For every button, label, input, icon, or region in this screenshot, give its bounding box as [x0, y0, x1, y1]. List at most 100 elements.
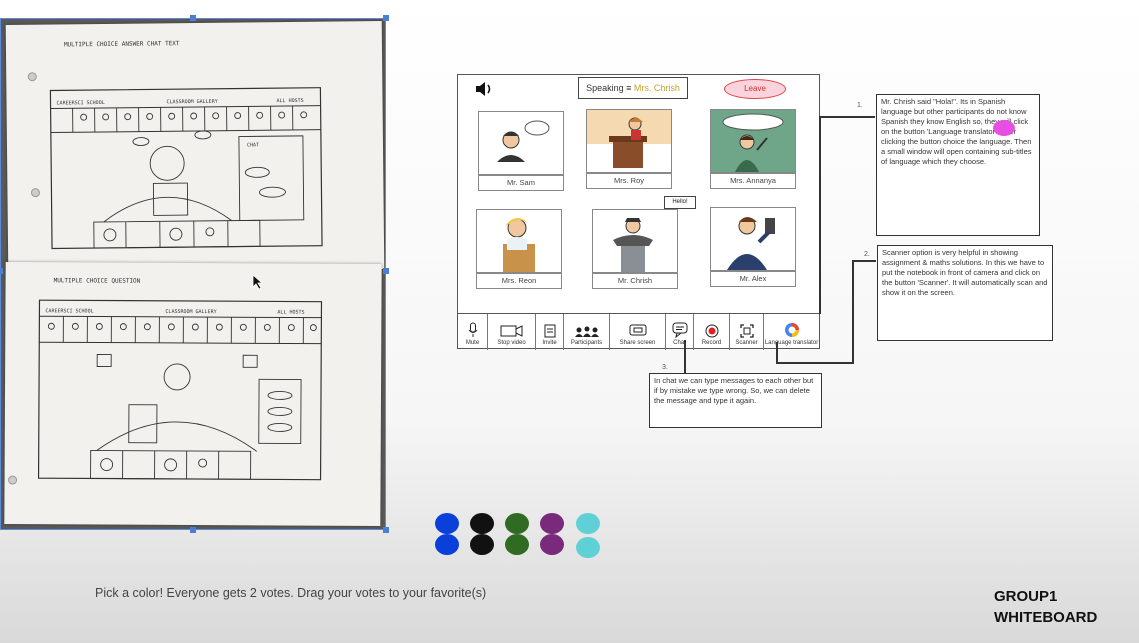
- sketch-tab: ALL HOSTS: [276, 98, 303, 104]
- toolbar-label: Scanner: [735, 340, 758, 346]
- connector-line: [684, 340, 686, 374]
- participants-button[interactable]: Participants: [564, 314, 610, 350]
- participant-name: Mr. Alex: [710, 271, 796, 287]
- mouse-cursor-icon: [252, 274, 264, 290]
- hello-speech-bubble: Hello!: [664, 196, 696, 209]
- sketch-tab: CAREERSCI SCHOOL: [57, 100, 105, 107]
- sketch-sheet-2: MULTIPLE CHOICE QUESTION CAREERSCI SCHOO…: [4, 262, 382, 526]
- participant-tile[interactable]: Mr. Alex: [710, 207, 796, 287]
- speaking-indicator: Speaking ≡ Mrs. Chrish: [578, 77, 688, 99]
- sketch-tab: CLASSROOM GALLERY: [166, 99, 217, 106]
- sketch-tab: CLASSROOM GALLERY: [165, 309, 216, 315]
- note-number: 1.: [857, 102, 863, 109]
- note-number: 3.: [662, 364, 668, 371]
- record-button[interactable]: Record: [694, 314, 730, 350]
- connector-line: [776, 362, 854, 364]
- participant-avatar: [586, 109, 672, 173]
- toolbar-label: Stop video: [497, 340, 526, 346]
- vote-instructions: Pick a color! Everyone gets 2 votes. Dra…: [95, 586, 487, 600]
- vote-dot-purple[interactable]: [540, 513, 564, 534]
- selection-handle[interactable]: [383, 268, 389, 274]
- video-call-mockup: Speaking ≡ Mrs. Chrish Leave Mr. Sam Mrs…: [457, 74, 820, 350]
- participant-tile[interactable]: Mr. Chrish: [592, 209, 678, 289]
- vote-dot-blue[interactable]: [435, 534, 459, 555]
- vote-dot-cyan[interactable]: [576, 537, 600, 558]
- stop-video-button[interactable]: Stop video: [488, 314, 536, 350]
- magenta-marker-dot[interactable]: [993, 120, 1015, 136]
- scanner-icon: [739, 324, 754, 338]
- selection-handle[interactable]: [383, 15, 389, 21]
- toolbar-label: Invite: [542, 340, 557, 346]
- sketch-sheet-1: MULTIPLE CHOICE ANSWER CHAT TEXT CAREERS…: [5, 21, 385, 273]
- participants-icon: [574, 326, 599, 337]
- group-label-line2: WHITEBOARD: [994, 609, 1098, 626]
- participant-tile[interactable]: Mrs. Roy: [586, 109, 672, 189]
- language-translator-button[interactable]: Language translator: [764, 314, 819, 350]
- vote-dot-purple[interactable]: [540, 534, 564, 555]
- connector-line: [819, 116, 821, 314]
- video-icon: [500, 325, 522, 337]
- toolbar-label: Language translator: [764, 340, 819, 346]
- participant-avatar: [592, 209, 678, 273]
- speaking-name: Mrs. Chrish: [633, 83, 680, 93]
- sketch-title-2: MULTIPLE CHOICE QUESTION: [54, 277, 141, 284]
- sketch-title-1: MULTIPLE CHOICE ANSWER CHAT TEXT: [64, 40, 180, 48]
- connector-line: [852, 260, 876, 262]
- connector-line: [819, 116, 875, 118]
- selection-handle[interactable]: [0, 268, 3, 274]
- connector-line: [776, 342, 778, 363]
- invite-button[interactable]: Invite: [536, 314, 564, 350]
- vote-dot-green[interactable]: [505, 513, 529, 534]
- participant-name: Mr. Chrish: [592, 273, 678, 289]
- sketch-photo[interactable]: MULTIPLE CHOICE ANSWER CHAT TEXT CAREERS…: [0, 18, 386, 530]
- toolbar-label: Record: [701, 340, 722, 346]
- toolbar-label: Mute: [465, 340, 480, 346]
- vote-dot-black[interactable]: [470, 513, 494, 534]
- chat-icon: [672, 322, 687, 338]
- selection-handle[interactable]: [190, 527, 196, 533]
- translate-icon: [784, 323, 799, 337]
- group-label-line1: GROUP1: [994, 588, 1058, 605]
- participant-tile[interactable]: Mrs. Reon: [476, 209, 562, 289]
- note-scanner[interactable]: Scanner option is very helpful in showin…: [877, 245, 1053, 341]
- participant-avatar: [710, 207, 796, 271]
- participant-tile[interactable]: Mrs. Annanya: [710, 109, 796, 189]
- speaker-icon[interactable]: [474, 81, 494, 97]
- participant-avatar: [476, 209, 562, 273]
- participant-name: Mrs. Reon: [476, 273, 562, 289]
- vote-dot-green[interactable]: [505, 534, 529, 555]
- vote-dot-cyan[interactable]: [576, 513, 600, 534]
- scanner-button[interactable]: Scanner: [730, 314, 764, 350]
- sketch-tab: ALL HOSTS: [277, 309, 304, 315]
- chat-button[interactable]: Chat: [666, 314, 694, 350]
- connector-line: [852, 260, 854, 363]
- participant-name: Mr. Sam: [478, 175, 564, 191]
- note-chat[interactable]: In chat we can type messages to each oth…: [649, 373, 822, 428]
- invite-icon: [544, 324, 555, 338]
- share-screen-button[interactable]: Share screen: [610, 314, 666, 350]
- note-language-translator[interactable]: Mr. Chrish said "Hola!". Its in Spanish …: [876, 94, 1040, 236]
- leave-button[interactable]: Leave: [724, 79, 786, 99]
- vote-dot-blue[interactable]: [435, 513, 459, 534]
- note-number: 2.: [864, 251, 870, 258]
- share-screen-icon: [629, 324, 646, 336]
- toolbar-label: Share screen: [619, 340, 656, 346]
- participant-name: Mrs. Annanya: [710, 173, 796, 189]
- sketch-chat-label: CHAT: [247, 142, 259, 148]
- microphone-icon: [468, 322, 477, 337]
- participant-name: Mrs. Roy: [586, 173, 672, 189]
- sketch-drawing-2: MULTIPLE CHOICE QUESTION CAREERSCI SCHOO…: [8, 277, 323, 485]
- sketch-drawing-1: MULTIPLE CHOICE ANSWER CHAT TEXT CAREERS…: [27, 40, 323, 250]
- selection-handle[interactable]: [383, 527, 389, 533]
- mute-button[interactable]: Mute: [458, 314, 488, 350]
- participant-tile[interactable]: Mr. Sam: [478, 111, 564, 191]
- vote-dot-black[interactable]: [470, 534, 494, 555]
- call-toolbar: Mute Stop video Invite Participants Shar…: [458, 313, 819, 350]
- group-whiteboard-label: GROUP1 WHITEBOARD: [994, 586, 1097, 628]
- selection-handle[interactable]: [190, 15, 196, 21]
- speaking-label: Speaking ≡: [586, 83, 632, 93]
- participant-avatar: [710, 109, 796, 173]
- record-icon: [705, 324, 718, 338]
- toolbar-label: Participants: [570, 340, 603, 346]
- participant-avatar: [478, 111, 564, 175]
